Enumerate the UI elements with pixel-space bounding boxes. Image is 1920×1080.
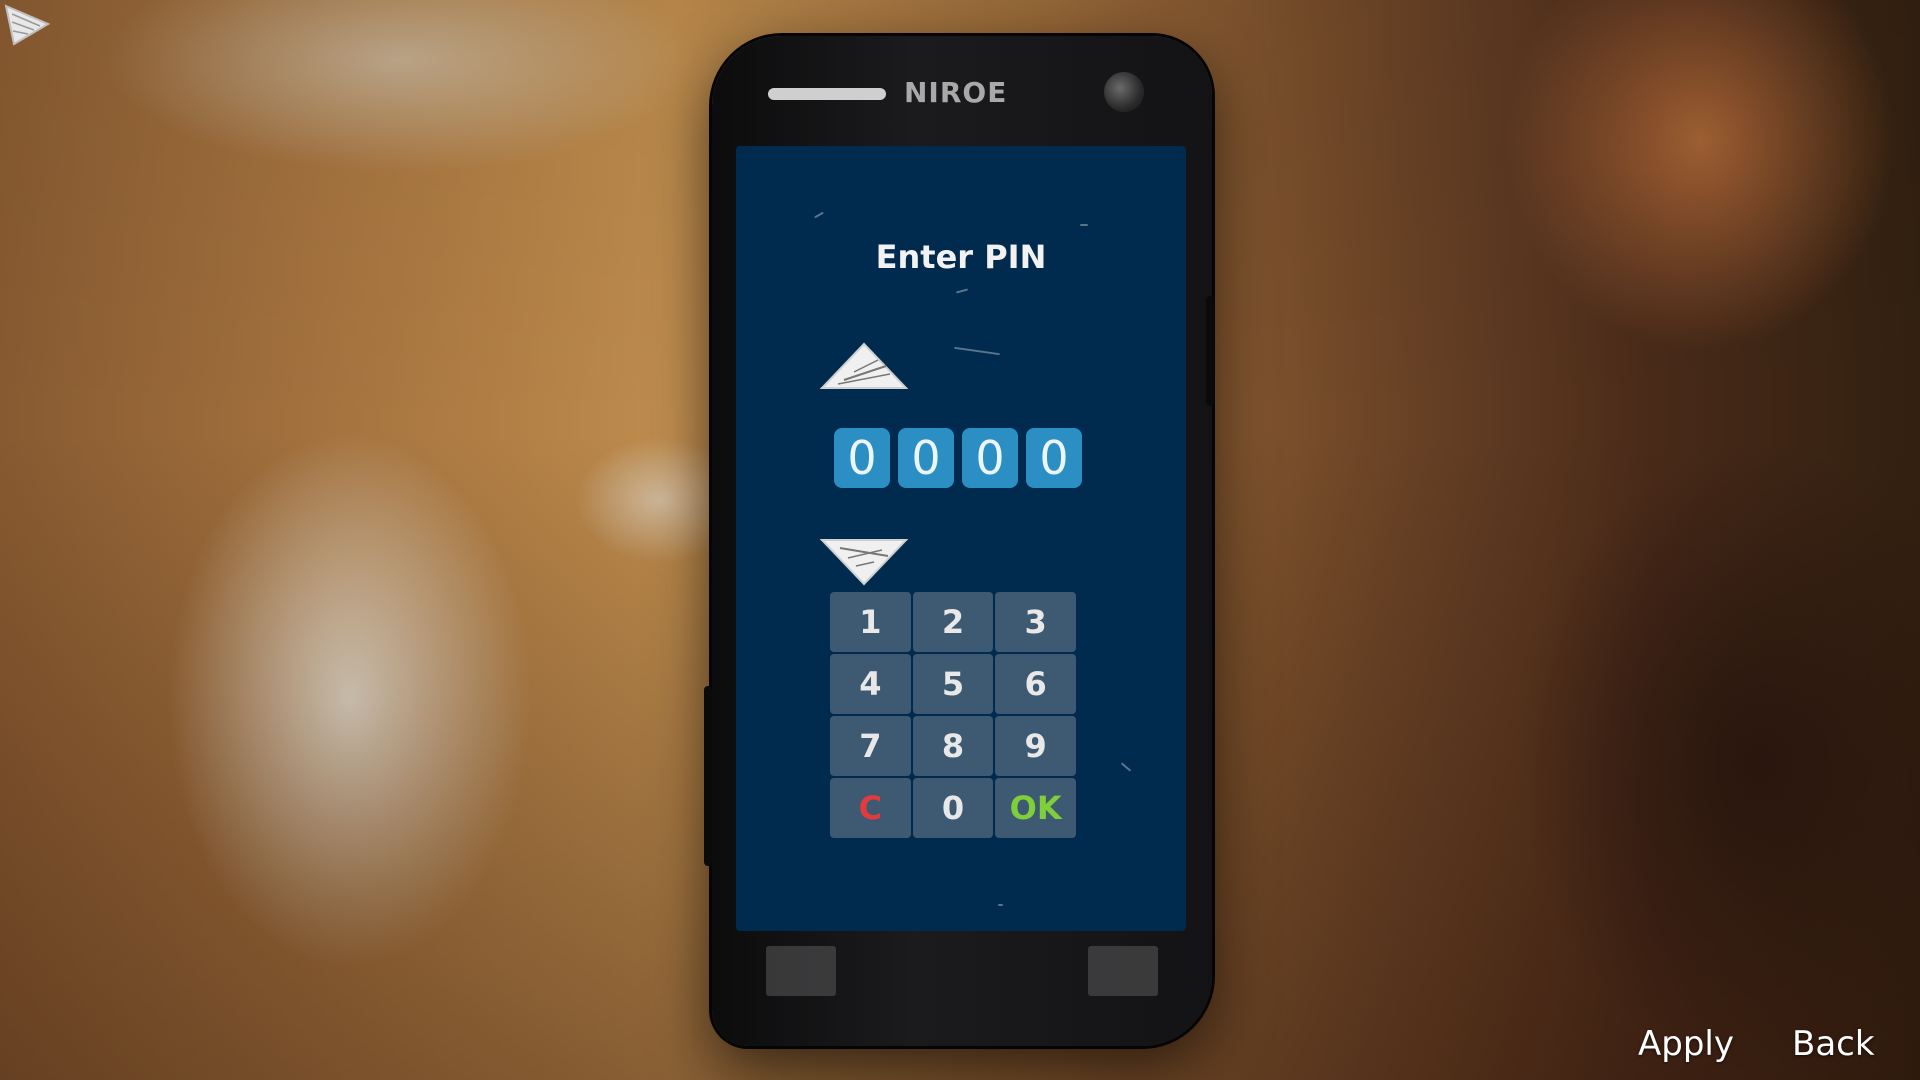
key-8[interactable]: 8 xyxy=(912,716,994,776)
key-7[interactable]: 7 xyxy=(830,716,911,776)
key-1[interactable]: 1 xyxy=(830,592,911,652)
pin-digit[interactable]: 0 xyxy=(1026,428,1082,488)
phone-speaker xyxy=(768,88,886,100)
apply-button[interactable]: Apply xyxy=(1638,1024,1734,1064)
phone-camera xyxy=(1104,72,1144,112)
back-button[interactable]: Back xyxy=(1792,1024,1875,1064)
key-6[interactable]: 6 xyxy=(995,654,1076,714)
cursor-icon xyxy=(4,4,50,46)
key-0[interactable]: 0 xyxy=(912,778,994,838)
screen-title: Enter PIN xyxy=(875,238,1047,276)
phone-side-button xyxy=(1206,296,1214,406)
arrow-up-icon[interactable] xyxy=(820,342,908,392)
phone-side-button xyxy=(704,686,712,866)
key-9[interactable]: 9 xyxy=(995,716,1076,776)
key-2[interactable]: 2 xyxy=(912,592,994,652)
key-5[interactable]: 5 xyxy=(912,654,994,714)
phone-brand: NIROE xyxy=(904,76,1008,109)
keypad: 1 2 3 4 5 6 7 8 9 C 0 OK xyxy=(830,592,1076,838)
phone-soft-key-left xyxy=(766,946,836,996)
arrow-down-icon[interactable] xyxy=(820,536,908,586)
pin-digit[interactable]: 0 xyxy=(962,428,1018,488)
phone: NIROE Enter PIN 0 0 0 0 1 2 3 4 5 6 7 8 … xyxy=(704,36,1214,1046)
pin-digits: 0 0 0 0 xyxy=(834,428,1082,488)
pin-digit[interactable]: 0 xyxy=(898,428,954,488)
key-clear[interactable]: C xyxy=(830,778,911,838)
pin-digit[interactable]: 0 xyxy=(834,428,890,488)
key-ok[interactable]: OK xyxy=(995,778,1076,838)
phone-bottom-bezel xyxy=(736,936,1186,1036)
phone-soft-key-right xyxy=(1088,946,1158,996)
key-3[interactable]: 3 xyxy=(995,592,1076,652)
key-4[interactable]: 4 xyxy=(830,654,911,714)
pin-screen: Enter PIN 0 0 0 0 1 2 3 4 5 6 7 8 9 C 0 … xyxy=(736,146,1186,931)
